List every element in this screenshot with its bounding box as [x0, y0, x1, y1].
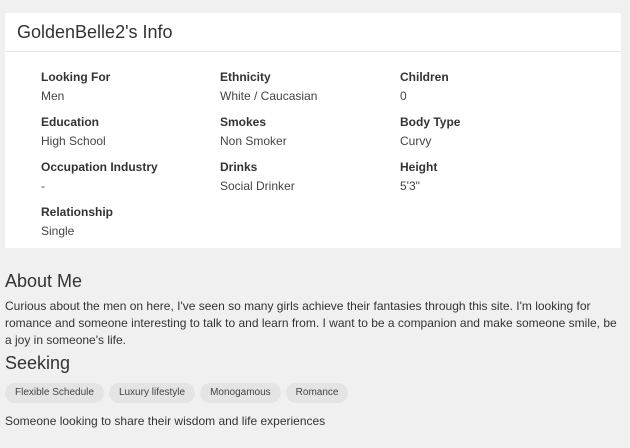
- about-me-text: Curious about the men on here, I've seen…: [5, 299, 617, 347]
- field-label: Education: [41, 115, 100, 129]
- field-label: Height: [400, 160, 438, 174]
- field-value: 5'3": [400, 179, 420, 193]
- field-value: Non Smoker: [220, 134, 287, 148]
- seeking-tag: Monogamous: [200, 383, 281, 403]
- seeking-tag: Flexible Schedule: [5, 383, 104, 403]
- field-value: Men: [41, 89, 65, 103]
- field-looking-for: Looking For Men: [41, 70, 110, 103]
- field-value: High School: [41, 134, 106, 148]
- field-label: Occupation Industry: [41, 160, 158, 174]
- profile-info-card: GoldenBelle2's Info Looking For Men Ethn…: [5, 13, 621, 248]
- field-value: -: [41, 179, 45, 193]
- field-children: Children 0: [400, 70, 449, 103]
- field-label: Ethnicity: [220, 70, 271, 84]
- field-label: Relationship: [41, 205, 114, 219]
- field-label: Body Type: [400, 115, 461, 129]
- field-value: 0: [400, 89, 407, 103]
- info-card-title: GoldenBelle2's Info: [17, 21, 173, 42]
- field-label: Drinks: [220, 160, 258, 174]
- seeking-tag: Luxury lifestyle: [108, 383, 196, 403]
- field-value: Curvy: [400, 134, 432, 148]
- field-ethnicity: Ethnicity White / Caucasian: [220, 70, 317, 103]
- field-label: Looking For: [41, 70, 111, 84]
- seeking-description: Someone looking to share their wisdom an…: [5, 414, 326, 428]
- field-label: Children: [400, 70, 449, 84]
- about-me-heading: About Me: [5, 271, 83, 291]
- field-drinks: Drinks Social Drinker: [220, 160, 295, 193]
- seeking-tags: Flexible Schedule Luxury lifestyle Monog…: [5, 383, 349, 403]
- field-height: Height 5'3": [400, 160, 437, 193]
- info-card-header: GoldenBelle2's Info: [5, 13, 621, 52]
- field-relationship: Relationship Single: [41, 205, 113, 238]
- seeking-tag: Romance: [285, 383, 349, 403]
- field-education: Education High School: [41, 115, 106, 148]
- field-smokes: Smokes Non Smoker: [220, 115, 287, 148]
- field-value: Social Drinker: [220, 179, 295, 193]
- seeking-heading: Seeking: [5, 353, 71, 373]
- field-value: White / Caucasian: [220, 89, 318, 103]
- field-value: Single: [41, 224, 75, 238]
- field-label: Smokes: [220, 115, 267, 129]
- field-body-type: Body Type Curvy: [400, 115, 460, 148]
- field-occupation-industry: Occupation Industry -: [41, 160, 158, 193]
